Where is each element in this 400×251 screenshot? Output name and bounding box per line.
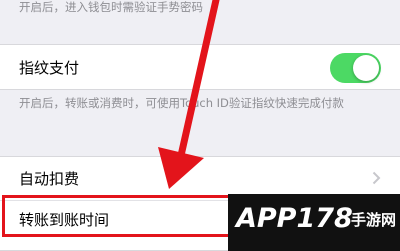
watermark-brand: APP178 <box>236 203 353 234</box>
watermark-suffix: 手游网 <box>350 211 396 229</box>
watermark-logo: APP178 手游网 <box>228 194 400 251</box>
